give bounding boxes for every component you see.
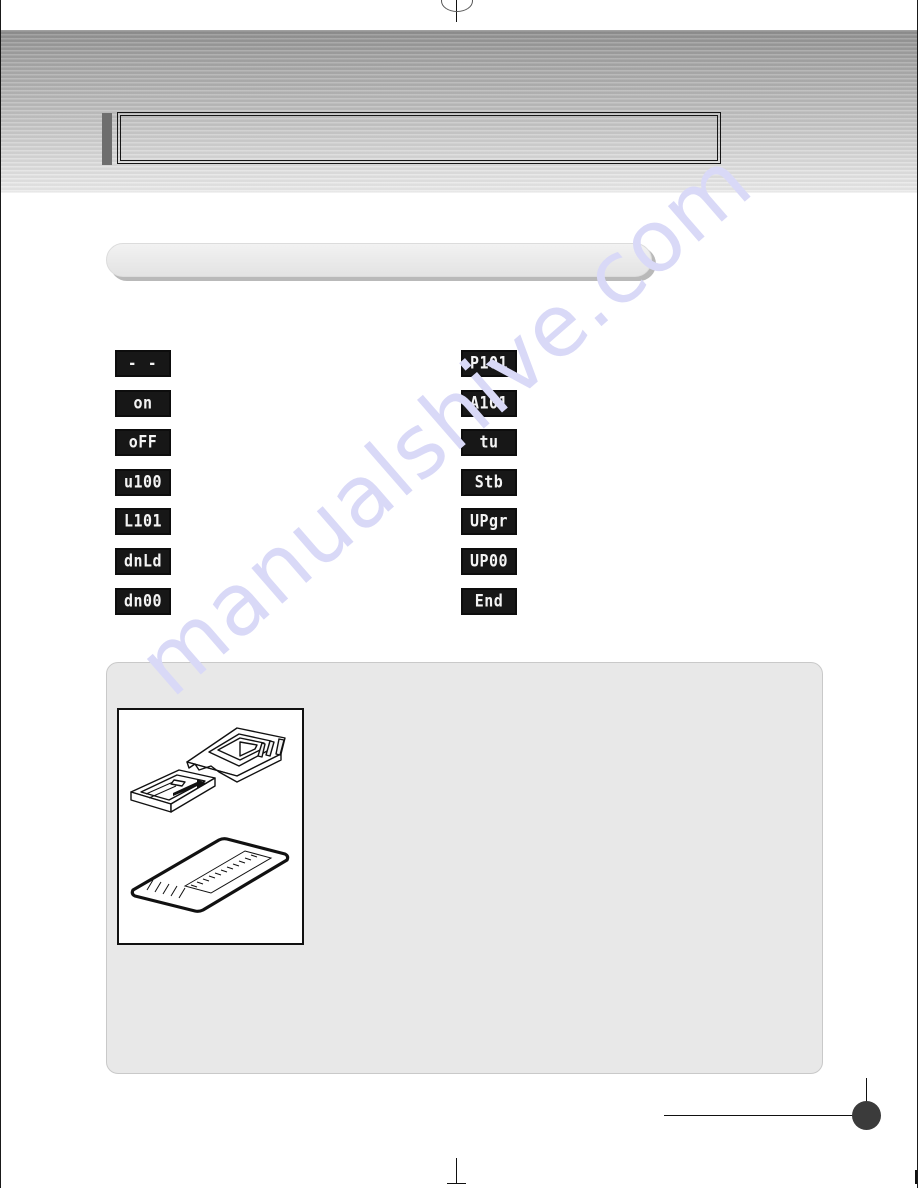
lcd-l101-text: L101 — [123, 511, 163, 532]
lcd-off: oFF — [115, 429, 171, 457]
watermark-text: manualshive.com — [120, 131, 771, 716]
lcd-a101-text: A101 — [469, 392, 509, 413]
section-title-tab — [102, 113, 112, 165]
subsection-heading — [106, 243, 652, 277]
lcd-end: End — [461, 587, 517, 615]
lcd-end-text: End — [474, 590, 504, 611]
lcd-u100-text: u100 — [123, 471, 163, 492]
lcd-dashes: - - - - — [115, 350, 171, 377]
page-title — [120, 115, 718, 161]
lcd-p101-text: P101 — [469, 352, 509, 374]
card-adapter-illustration — [130, 727, 290, 913]
figure-card-adapter — [117, 708, 304, 945]
lcd-dn00: dn00 — [115, 587, 171, 615]
lcd-on-text: on — [133, 392, 153, 413]
crop-mark-bottom — [456, 1158, 457, 1184]
lcd-p101: P101 — [461, 350, 517, 377]
lcd-upgr-text: UPgr — [469, 511, 509, 532]
lcd-on: on — [115, 389, 171, 417]
lcd-u100: u100 — [115, 468, 171, 496]
crop-mark-bottom-cross — [447, 1183, 466, 1184]
registration-arc-icon — [441, 0, 473, 12]
lcd-dnld-text: dnLd — [123, 550, 163, 571]
section-title-box — [117, 112, 721, 164]
lcd-off-text: oFF — [128, 432, 158, 453]
lcd-tu-text: tu — [479, 432, 499, 453]
lcd-upgr: UPgr — [461, 508, 517, 536]
footer-rule — [664, 1115, 859, 1116]
lcd-dnld: dnLd — [115, 547, 171, 575]
lcd-stb: Stb — [461, 468, 517, 496]
lcd-up00: UP00 — [461, 547, 517, 575]
lcd-up00-text: UP00 — [469, 550, 509, 571]
lcd-stb-text: Stb — [474, 471, 504, 492]
footer-tick-mark — [915, 1170, 917, 1184]
lcd-tu: tu — [461, 429, 517, 457]
lcd-a101: A101 — [461, 389, 517, 417]
page-number-badge — [852, 1101, 881, 1130]
lcd-l101: L101 — [115, 508, 171, 536]
lcd-dashes-text: - - - - — [127, 354, 169, 373]
lcd-dn00-text: dn00 — [123, 590, 163, 611]
